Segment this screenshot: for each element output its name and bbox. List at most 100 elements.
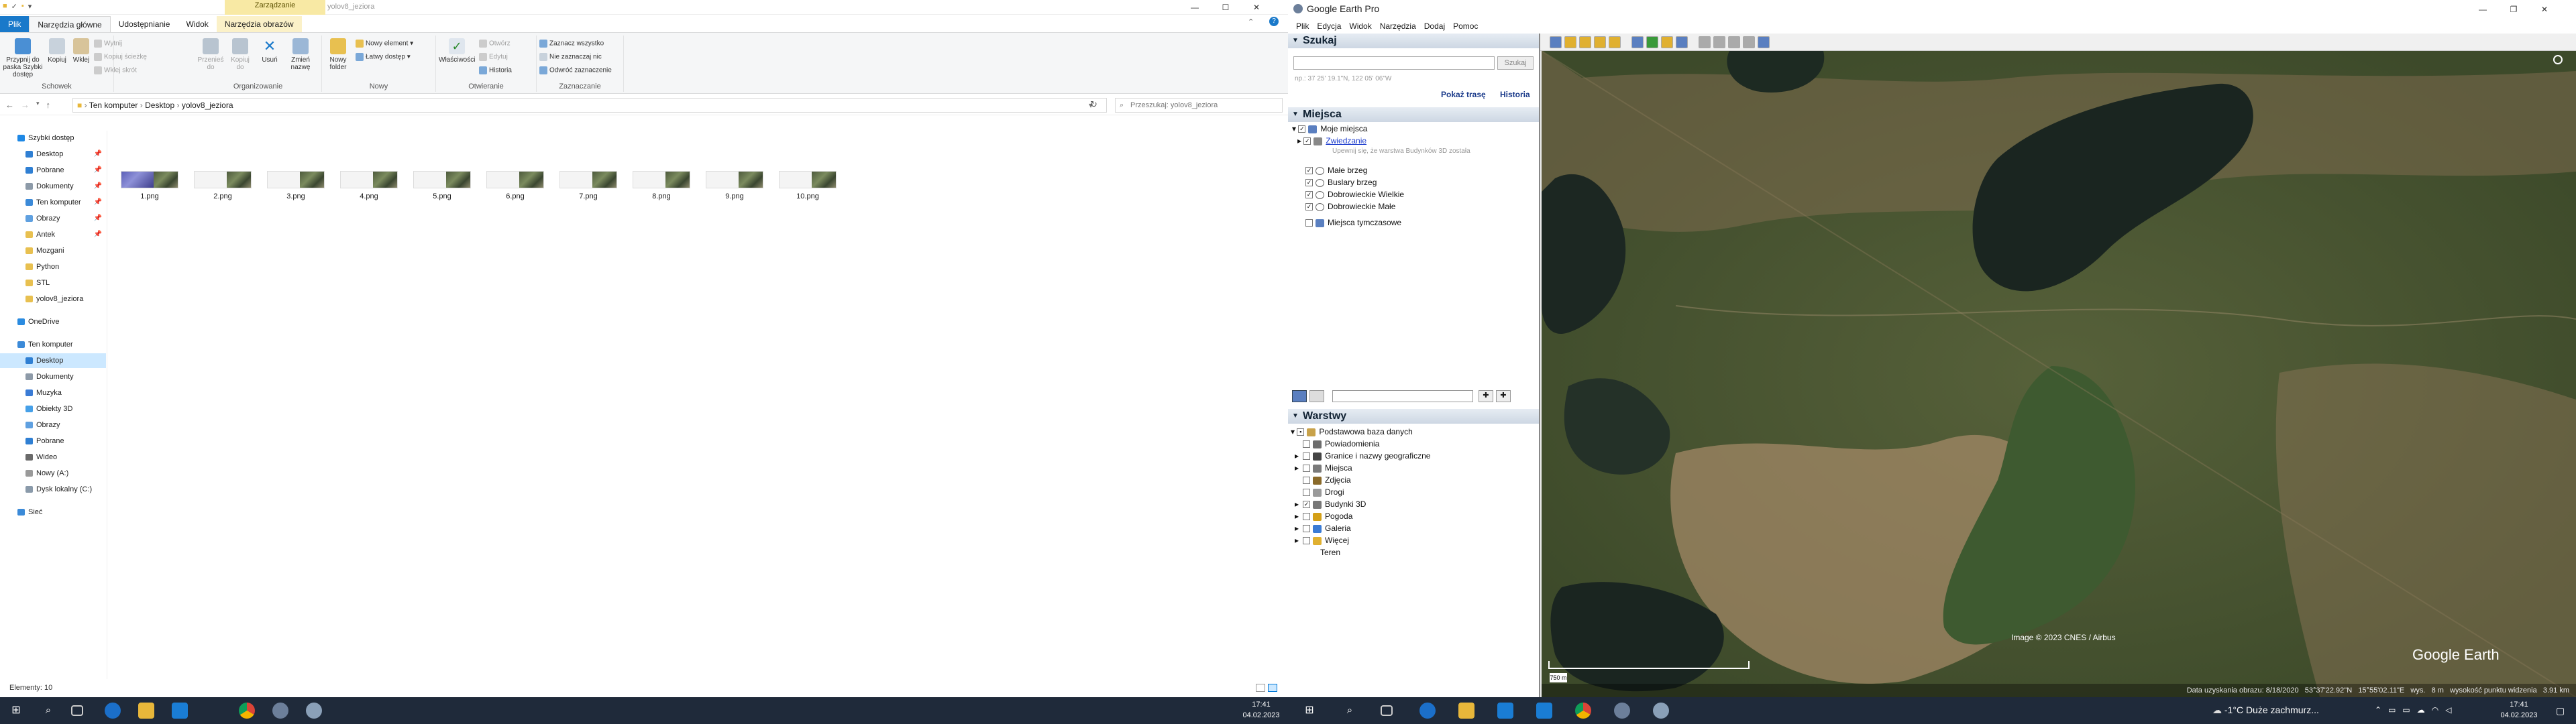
nav-item[interactable]: Sieć bbox=[0, 505, 106, 520]
file-thumbnail[interactable] bbox=[486, 171, 544, 188]
primary-database-node[interactable]: ▾ ▪ Podstawowa baza danych bbox=[1291, 426, 1413, 437]
app-taskbar-icon[interactable] bbox=[306, 703, 322, 719]
breadcrumb-folder[interactable]: yolov8_jeziora bbox=[182, 101, 233, 110]
mail-icon[interactable] bbox=[172, 703, 188, 719]
checkbox[interactable] bbox=[1303, 452, 1310, 461]
checkbox[interactable]: ✓ bbox=[1298, 125, 1306, 133]
nav-item[interactable]: Ten komputer 📌 bbox=[0, 195, 106, 210]
checkbox[interactable] bbox=[1303, 537, 1310, 545]
easy-access-button[interactable]: Łatwy dostęp ▾ bbox=[356, 53, 429, 61]
history-button[interactable]: Historia bbox=[479, 66, 533, 74]
task-view-icon[interactable] bbox=[1381, 705, 1393, 716]
layer-item[interactable]: ▸ Granice i nazwy geograficzne bbox=[1295, 450, 1430, 461]
close-button[interactable]: ✕ bbox=[2529, 2, 2560, 17]
move-down-button[interactable]: ✚ bbox=[1496, 390, 1511, 402]
minimize-button[interactable]: — bbox=[2467, 2, 2498, 17]
google-earth-taskbar-icon[interactable] bbox=[1614, 703, 1630, 719]
rename-button[interactable]: Zmień nazwę bbox=[286, 38, 315, 71]
checkbox[interactable] bbox=[1303, 489, 1310, 497]
properties-button[interactable]: ✓ Właściwości bbox=[439, 38, 475, 64]
file-name[interactable]: 10.png bbox=[779, 192, 837, 200]
placemark-button[interactable] bbox=[1564, 36, 1576, 48]
file-thumbnail[interactable] bbox=[194, 171, 252, 188]
file-name[interactable]: 5.png bbox=[413, 192, 471, 200]
edge-icon[interactable] bbox=[1419, 703, 1436, 719]
paste-button[interactable]: Wklej bbox=[70, 38, 93, 64]
properties-icon[interactable]: ✓ bbox=[11, 2, 17, 11]
file-thumbnail[interactable] bbox=[121, 171, 178, 188]
nav-item[interactable]: Ten komputer bbox=[0, 337, 106, 352]
search-icon[interactable]: ⌕ bbox=[1342, 703, 1358, 719]
details-view-button[interactable] bbox=[1256, 684, 1265, 692]
app-taskbar-icon[interactable] bbox=[1653, 703, 1669, 719]
layer-item[interactable]: ▸ Pogoda bbox=[1295, 511, 1352, 522]
address-bar[interactable]: ■ › Ten komputer › Desktop › yolov8_jezi… bbox=[72, 98, 1107, 113]
invert-selection-button[interactable]: Odwróć zaznaczenie bbox=[539, 66, 623, 74]
search-icon[interactable]: ⌕ bbox=[40, 703, 56, 719]
open-button[interactable]: Otwórz bbox=[479, 40, 533, 48]
file-name[interactable]: 3.png bbox=[267, 192, 325, 200]
menu-tools[interactable]: Narzędzia bbox=[1380, 19, 1416, 34]
tab-home[interactable]: Narzędzia główne bbox=[29, 16, 111, 32]
forward-icon[interactable]: → bbox=[21, 100, 30, 110]
weather-widget[interactable]: ☁ -1°C Duże zachmurz... bbox=[2212, 705, 2319, 716]
layer-item[interactable]: Powiadomienia bbox=[1295, 438, 1379, 449]
onedrive-icon[interactable]: ☁ bbox=[2417, 705, 2425, 715]
edge-icon[interactable] bbox=[105, 703, 121, 719]
mail-icon[interactable] bbox=[1536, 703, 1552, 719]
store-icon[interactable] bbox=[1497, 703, 1513, 719]
nav-item[interactable]: OneDrive bbox=[0, 314, 106, 329]
nav-item[interactable]: Nowy (A:) bbox=[0, 466, 106, 481]
search-history-link[interactable]: Historia bbox=[1500, 90, 1530, 99]
nav-item[interactable]: Dokumenty 📌 bbox=[0, 179, 106, 194]
tab-view[interactable]: Widok bbox=[178, 16, 216, 32]
historical-imagery-button[interactable] bbox=[1646, 36, 1658, 48]
file-thumbnail[interactable] bbox=[779, 171, 837, 188]
edit-button[interactable]: Edytuj bbox=[479, 53, 533, 61]
file-thumbnail[interactable] bbox=[267, 171, 325, 188]
layer-item[interactable]: Drogi bbox=[1295, 487, 1344, 497]
chrome-icon[interactable] bbox=[239, 703, 255, 719]
temporary-places-node[interactable]: Miejsca tymczasowe bbox=[1305, 217, 1401, 228]
wifi-icon[interactable]: ◠ bbox=[2432, 705, 2438, 715]
places-section-header[interactable]: ▼ Miejsca bbox=[1288, 107, 1539, 122]
navigation-compass-icon[interactable] bbox=[2553, 55, 2563, 64]
windows-start-icon[interactable]: ⊞ bbox=[1301, 703, 1318, 719]
file-explorer-taskbar-icon[interactable] bbox=[1458, 703, 1474, 719]
place-item[interactable]: ✓ Dobrowieckie Małe bbox=[1305, 201, 1395, 212]
layer-item[interactable]: ▸ ✓ Budynki 3D bbox=[1295, 499, 1366, 509]
google-earth-taskbar-icon[interactable] bbox=[272, 703, 288, 719]
windows-start-icon[interactable]: ⊞ bbox=[8, 703, 24, 719]
file-name[interactable]: 4.png bbox=[340, 192, 398, 200]
select-all-button[interactable]: Zaznacz wszystko bbox=[539, 40, 623, 48]
menu-edit[interactable]: Edycja bbox=[1317, 19, 1341, 34]
hide-sidebar-button[interactable] bbox=[1550, 36, 1562, 48]
email-button[interactable] bbox=[1713, 36, 1725, 48]
nav-item[interactable]: Obrazy 📌 bbox=[0, 211, 106, 226]
clock[interactable]: 17:41 04.02.2023 bbox=[2489, 699, 2549, 721]
place-item[interactable]: ✓ Dobrowieckie Wielkie bbox=[1305, 189, 1404, 200]
new-folder-button[interactable]: Nowy folder bbox=[325, 38, 352, 71]
record-tour-button[interactable] bbox=[1631, 36, 1644, 48]
checkbox[interactable] bbox=[1303, 513, 1310, 521]
my-places-node[interactable]: ▾ ✓ Moje miejsca bbox=[1292, 123, 1367, 134]
delete-button[interactable]: ✕ Usuń bbox=[256, 38, 283, 64]
layer-item[interactable]: Zdjęcia bbox=[1295, 475, 1351, 485]
show-route-link[interactable]: Pokaż trasę bbox=[1441, 90, 1486, 99]
file-name[interactable]: 9.png bbox=[706, 192, 763, 200]
copy-path-button[interactable]: Kopiuj ścieżkę bbox=[94, 53, 148, 61]
tray-overflow-icon[interactable]: ⌃ bbox=[2375, 705, 2381, 715]
network-icon[interactable]: ▭ bbox=[2402, 705, 2410, 715]
place-item[interactable]: ✓ Małe brzeg bbox=[1305, 165, 1367, 176]
maximize-button[interactable]: ☐ bbox=[1210, 0, 1241, 15]
file-thumbnail[interactable] bbox=[706, 171, 763, 188]
planets-button[interactable] bbox=[1676, 36, 1688, 48]
copy-to-button[interactable]: Kopiuj do bbox=[227, 38, 254, 71]
nav-item[interactable]: Python bbox=[0, 259, 106, 274]
task-view-icon[interactable] bbox=[71, 705, 83, 716]
nav-item[interactable]: Obiekty 3D bbox=[0, 402, 106, 416]
file-thumbnail[interactable] bbox=[633, 171, 690, 188]
checkbox[interactable]: ✓ bbox=[1305, 191, 1313, 199]
menu-view[interactable]: Widok bbox=[1349, 19, 1371, 34]
search-input[interactable] bbox=[1293, 56, 1495, 70]
